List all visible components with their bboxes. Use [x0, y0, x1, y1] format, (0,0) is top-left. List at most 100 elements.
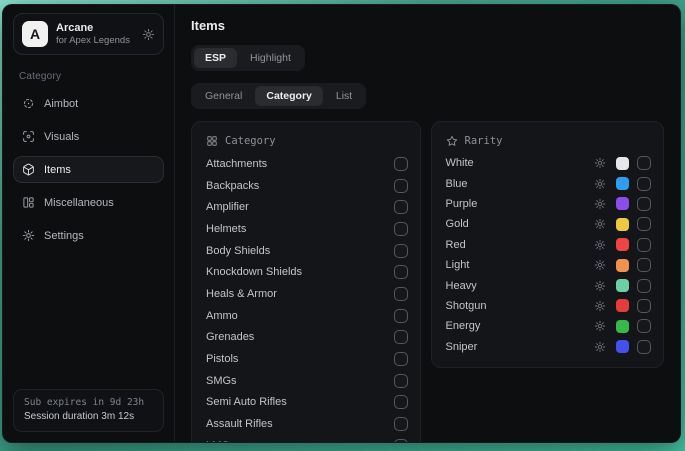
gear-icon[interactable]	[594, 178, 606, 190]
rarity-checkbox[interactable]	[637, 299, 651, 313]
sidebar-item-icon	[22, 163, 35, 176]
gear-icon[interactable]	[594, 259, 606, 271]
category-label: Helmets	[206, 223, 394, 235]
sub-expiry-text: Sub expires in 9d 23h	[24, 396, 153, 410]
rarity-checkbox[interactable]	[637, 319, 651, 333]
category-row: SMGs	[206, 370, 408, 392]
rarity-checkbox[interactable]	[637, 197, 651, 211]
rarity-checkbox[interactable]	[637, 156, 651, 170]
category-row: LMGs	[206, 435, 408, 442]
category-label: LMGs	[206, 440, 394, 442]
rarity-row: Blue	[446, 173, 651, 193]
rarity-color-swatch[interactable]	[616, 320, 629, 333]
rarity-checkbox[interactable]	[637, 279, 651, 293]
category-checkbox[interactable]	[394, 395, 408, 409]
category-checkbox[interactable]	[394, 200, 408, 214]
category-row: Pistols	[206, 348, 408, 370]
rarity-checkbox[interactable]	[637, 340, 651, 354]
rarity-row: Gold	[446, 214, 651, 234]
sidebar-item-label: Items	[44, 164, 71, 176]
rarity-row: Shotgun	[446, 296, 651, 316]
gear-icon[interactable]	[594, 239, 606, 251]
category-checkbox[interactable]	[394, 287, 408, 301]
category-label: Knockdown Shields	[206, 266, 394, 278]
category-panel: Category Attachments Backpacks Amplifier	[191, 121, 421, 442]
rarity-checkbox[interactable]	[637, 177, 651, 191]
rarity-label: Purple	[446, 198, 594, 210]
category-checkbox[interactable]	[394, 179, 408, 193]
gear-icon[interactable]	[594, 341, 606, 353]
mode-toggle: ESPHighlight	[191, 45, 305, 71]
tab[interactable]: Category	[255, 86, 323, 106]
rarity-color-swatch[interactable]	[616, 238, 629, 251]
category-row: Helmets	[206, 218, 408, 240]
category-label: Grenades	[206, 331, 394, 343]
category-checkbox[interactable]	[394, 374, 408, 388]
category-label: Body Shields	[206, 245, 394, 257]
gear-icon[interactable]	[594, 300, 606, 312]
category-row: Attachments	[206, 153, 408, 175]
rarity-color-swatch[interactable]	[616, 299, 629, 312]
sidebar-item-icon	[22, 97, 35, 110]
sidebar-nav: Aimbot Visuals Items Miscellaneous Setti…	[13, 90, 164, 249]
category-list: Attachments Backpacks Amplifier Helmets	[206, 153, 408, 442]
mode-toggle-option[interactable]: Highlight	[239, 48, 302, 68]
rarity-row: White	[446, 153, 651, 173]
sidebar-item[interactable]: Aimbot	[13, 90, 164, 117]
brand-card: A Arcane for Apex Legends	[13, 13, 164, 55]
gear-icon[interactable]	[594, 198, 606, 210]
tab[interactable]: List	[325, 86, 363, 106]
rarity-color-swatch[interactable]	[616, 279, 629, 292]
category-panel-header: Category	[206, 130, 408, 152]
category-checkbox[interactable]	[394, 352, 408, 366]
category-checkbox[interactable]	[394, 265, 408, 279]
category-row: Grenades	[206, 327, 408, 349]
rarity-row: Purple	[446, 194, 651, 214]
sidebar-section-label: Category	[19, 71, 164, 82]
category-checkbox[interactable]	[394, 157, 408, 171]
category-checkbox[interactable]	[394, 222, 408, 236]
category-checkbox[interactable]	[394, 309, 408, 323]
rarity-checkbox[interactable]	[637, 238, 651, 252]
category-row: Knockdown Shields	[206, 261, 408, 283]
category-row: Assault Rifles	[206, 413, 408, 435]
category-checkbox[interactable]	[394, 330, 408, 344]
rarity-label: Light	[446, 259, 594, 271]
gear-icon[interactable]	[594, 218, 606, 230]
rarity-color-swatch[interactable]	[616, 177, 629, 190]
rarity-checkbox[interactable]	[637, 258, 651, 272]
category-row: Body Shields	[206, 240, 408, 262]
sidebar-item-icon	[22, 130, 35, 143]
mode-toggle-option[interactable]: ESP	[194, 48, 237, 68]
sidebar-item-icon	[22, 196, 35, 209]
gear-icon[interactable]	[142, 28, 155, 41]
subscription-card: Sub expires in 9d 23h Session duration 3…	[13, 389, 164, 432]
category-checkbox[interactable]	[394, 439, 408, 442]
sidebar-item[interactable]: Visuals	[13, 123, 164, 150]
gear-icon[interactable]	[594, 320, 606, 332]
gear-icon[interactable]	[594, 157, 606, 169]
sidebar-item[interactable]: Miscellaneous	[13, 189, 164, 216]
star-icon	[446, 135, 458, 147]
rarity-row: Sniper	[446, 337, 651, 357]
category-row: Ammo	[206, 305, 408, 327]
rarity-color-swatch[interactable]	[616, 340, 629, 353]
rarity-checkbox[interactable]	[637, 217, 651, 231]
category-row: Semi Auto Rifles	[206, 392, 408, 414]
rarity-color-swatch[interactable]	[616, 218, 629, 231]
category-checkbox[interactable]	[394, 417, 408, 431]
gear-icon[interactable]	[594, 280, 606, 292]
tab[interactable]: General	[194, 86, 253, 106]
category-label: Semi Auto Rifles	[206, 396, 394, 408]
sidebar-item-label: Aimbot	[44, 98, 78, 110]
rarity-color-swatch[interactable]	[616, 259, 629, 272]
sidebar-item-label: Settings	[44, 230, 84, 242]
sidebar-item[interactable]: Items	[13, 156, 164, 183]
category-checkbox[interactable]	[394, 244, 408, 258]
category-row: Backpacks	[206, 175, 408, 197]
sidebar-item[interactable]: Settings	[13, 222, 164, 249]
rarity-color-swatch[interactable]	[616, 197, 629, 210]
category-label: Pistols	[206, 353, 394, 365]
rarity-color-swatch[interactable]	[616, 157, 629, 170]
rarity-panel: Rarity White Blue	[431, 121, 664, 368]
